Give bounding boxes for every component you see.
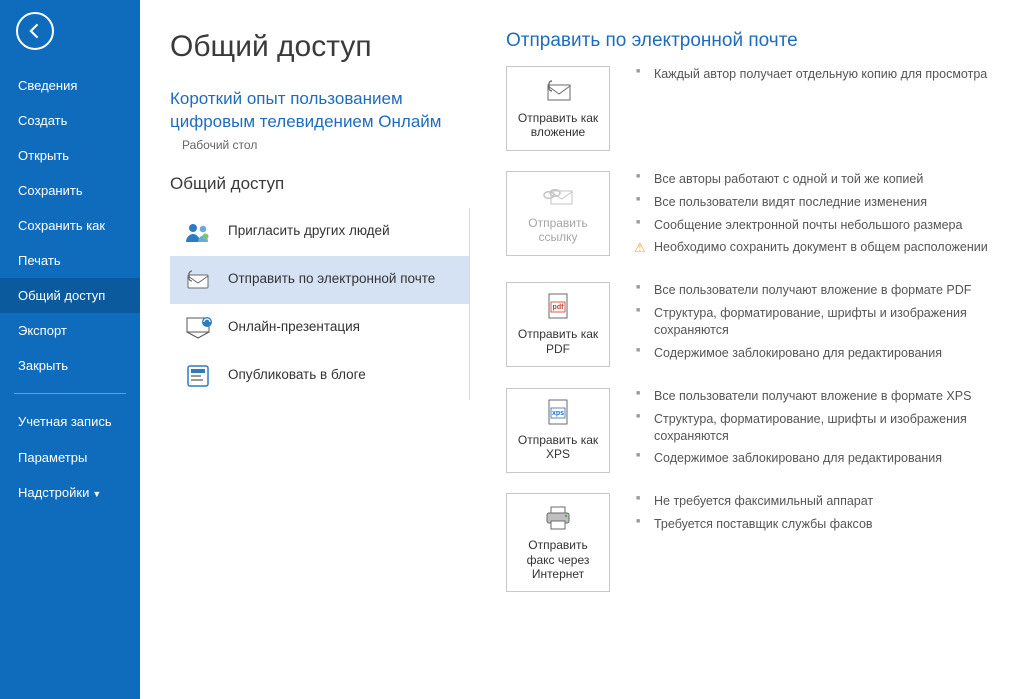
- link-icon: [541, 182, 575, 210]
- share-left-column: Общий доступ Короткий опыт пользованием …: [170, 30, 470, 699]
- bullet: Каждый автор получает отдельную копию дл…: [636, 66, 987, 83]
- bullet-warning: ⚠ Необходимо сохранить документ в общем р…: [636, 239, 988, 256]
- share-present-online[interactable]: Онлайн-презентация: [170, 304, 469, 352]
- bullet: Все пользователи видят последние изменен…: [636, 194, 988, 211]
- send-xps-bullets: Все пользователи получают вложение в фор…: [636, 388, 1015, 474]
- send-attachment-bullets: Каждый автор получает отдельную копию дл…: [636, 66, 987, 89]
- bullet: Сообщение электронной почты небольшого р…: [636, 217, 988, 234]
- attachment-icon: [542, 77, 574, 105]
- share-publish-blog[interactable]: Опубликовать в блоге: [170, 352, 469, 400]
- bullet: Содержимое заблокировано для редактирова…: [636, 345, 1015, 362]
- blog-icon: [184, 362, 212, 390]
- send-link-bullets: Все авторы работают с одной и той же коп…: [636, 171, 988, 263]
- document-title: Короткий опыт пользованием цифровым теле…: [170, 88, 470, 134]
- bullet: Содержимое заблокировано для редактирова…: [636, 450, 1015, 467]
- bullet: Структура, форматирование, шрифты и изоб…: [636, 305, 1015, 339]
- nav-addins[interactable]: Надстройки▼: [0, 475, 140, 510]
- warning-icon: ⚠: [634, 239, 646, 257]
- nav-account[interactable]: Учетная запись: [0, 404, 140, 440]
- option-send-fax-row: Отправить факс через Интернет Не требует…: [506, 493, 1015, 592]
- send-fax-button[interactable]: Отправить факс через Интернет: [506, 493, 610, 592]
- nav-options[interactable]: Параметры: [0, 440, 140, 475]
- share-invite-people[interactable]: Пригласить других людей: [170, 208, 469, 256]
- share-blog-label: Опубликовать в блоге: [228, 367, 366, 384]
- nav-info[interactable]: Сведения: [0, 68, 140, 103]
- send-link-label: Отправить ссылку: [513, 216, 603, 245]
- send-link-button: Отправить ссылку: [506, 171, 610, 256]
- nav-close[interactable]: Закрыть: [0, 348, 140, 383]
- chevron-down-icon: ▼: [92, 489, 101, 499]
- nav-print[interactable]: Печать: [0, 243, 140, 278]
- send-pdf-label: Отправить как PDF: [513, 327, 603, 356]
- send-fax-bullets: Не требуется факсимильный аппарат Требуе…: [636, 493, 873, 539]
- send-fax-label: Отправить факс через Интернет: [513, 538, 603, 581]
- bullet: Все пользователи получают вложение в фор…: [636, 388, 1015, 405]
- nav-open[interactable]: Открыть: [0, 138, 140, 173]
- option-send-xps-row: xps Отправить как XPS Все пользователи п…: [506, 388, 1015, 474]
- option-send-pdf-row: pdf Отправить как PDF Все пользователи п…: [506, 282, 1015, 368]
- bullet: Все пользователи получают вложение в фор…: [636, 282, 1015, 299]
- nav-share[interactable]: Общий доступ: [0, 278, 140, 313]
- share-options-list: Пригласить других людей Отправить по эле…: [170, 208, 470, 400]
- main-content: Общий доступ Короткий опыт пользованием …: [140, 0, 1025, 699]
- share-email-label: Отправить по электронной почте: [228, 271, 435, 288]
- xps-icon: xps: [544, 399, 572, 427]
- page-title: Общий доступ: [170, 30, 470, 64]
- fax-icon: [543, 504, 573, 532]
- email-options-column: Отправить по электронной почте Отправить…: [470, 30, 1025, 699]
- bullet: Не требуется факсимильный аппарат: [636, 493, 873, 510]
- option-send-link-row: Отправить ссылку Все авторы работают с о…: [506, 171, 1015, 263]
- send-as-xps-button[interactable]: xps Отправить как XPS: [506, 388, 610, 473]
- send-xps-label: Отправить как XPS: [513, 433, 603, 462]
- bullet: Требуется поставщик службы факсов: [636, 516, 873, 533]
- people-icon: [184, 218, 212, 246]
- share-send-email[interactable]: Отправить по электронной почте: [170, 256, 469, 304]
- bullet: Структура, форматирование, шрифты и изоб…: [636, 411, 1015, 445]
- nav-new[interactable]: Создать: [0, 103, 140, 138]
- nav-separator: [14, 393, 126, 394]
- send-pdf-bullets: Все пользователи получают вложение в фор…: [636, 282, 1015, 368]
- email-section-title: Отправить по электронной почте: [506, 30, 1015, 52]
- svg-text:pdf: pdf: [553, 304, 565, 311]
- share-present-label: Онлайн-презентация: [228, 319, 360, 336]
- nav-saveas[interactable]: Сохранить как: [0, 208, 140, 243]
- arrow-left-icon: [25, 21, 45, 41]
- svg-text:xps: xps: [552, 410, 564, 417]
- warning-text: Необходимо сохранить документ в общем ра…: [654, 240, 988, 254]
- send-as-attachment-button[interactable]: Отправить как вложение: [506, 66, 610, 151]
- option-send-attachment-row: Отправить как вложение Каждый автор полу…: [506, 66, 1015, 151]
- nav-addins-label: Надстройки: [18, 485, 89, 500]
- document-path: Рабочий стол: [182, 138, 470, 152]
- send-as-pdf-button[interactable]: pdf Отправить как PDF: [506, 282, 610, 367]
- nav-export[interactable]: Экспорт: [0, 313, 140, 348]
- share-section-title: Общий доступ: [170, 174, 470, 194]
- nav-save[interactable]: Сохранить: [0, 173, 140, 208]
- backstage-sidebar: Сведения Создать Открыть Сохранить Сохра…: [0, 0, 140, 699]
- bullet: Все авторы работают с одной и той же коп…: [636, 171, 988, 188]
- pdf-icon: pdf: [544, 293, 572, 321]
- share-invite-label: Пригласить других людей: [228, 223, 390, 240]
- presentation-icon: [184, 314, 212, 342]
- email-attachment-icon: [184, 266, 212, 294]
- back-button[interactable]: [16, 12, 54, 50]
- send-attachment-label: Отправить как вложение: [513, 111, 603, 140]
